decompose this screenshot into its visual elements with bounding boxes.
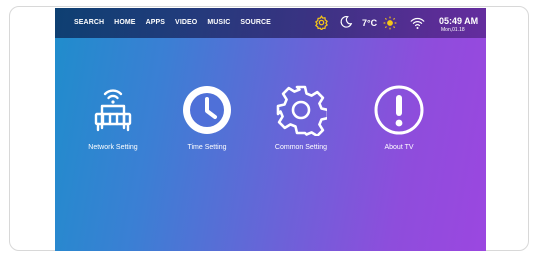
weather-sun-icon bbox=[383, 16, 397, 35]
tile-network-setting[interactable]: Network Setting bbox=[73, 84, 153, 151]
settings-gear-icon[interactable] bbox=[314, 15, 329, 35]
tv-screen: SEARCH HOME APPS VIDEO MUSIC SOURCE 7°C bbox=[55, 8, 486, 251]
weather-moon-icon bbox=[339, 15, 353, 34]
router-icon bbox=[73, 84, 153, 136]
clock-icon bbox=[167, 84, 247, 136]
gear-icon bbox=[261, 84, 341, 136]
menu-item-music[interactable]: MUSIC bbox=[207, 19, 230, 26]
menu-item-home[interactable]: HOME bbox=[114, 19, 135, 26]
wifi-icon bbox=[410, 16, 425, 35]
clock-date: Mon,01.18 bbox=[441, 27, 465, 33]
tile-label: About TV bbox=[384, 144, 414, 151]
temperature-text: 7°C bbox=[362, 18, 378, 28]
tile-about-tv[interactable]: About TV bbox=[359, 84, 439, 151]
info-exclamation-icon bbox=[359, 84, 439, 136]
clock-time: 05:49 AM bbox=[439, 16, 479, 26]
tile-common-setting[interactable]: Common Setting bbox=[261, 84, 341, 151]
menu-item-source[interactable]: SOURCE bbox=[240, 19, 271, 26]
tile-label: Network Setting bbox=[88, 144, 138, 151]
menu-item-search[interactable]: SEARCH bbox=[74, 19, 104, 26]
menu-item-video[interactable]: VIDEO bbox=[175, 19, 197, 26]
tile-time-setting[interactable]: Time Setting bbox=[167, 84, 247, 151]
menu-item-apps[interactable]: APPS bbox=[146, 19, 165, 26]
top-bar: SEARCH HOME APPS VIDEO MUSIC SOURCE 7°C bbox=[55, 8, 486, 38]
tile-label: Common Setting bbox=[274, 144, 328, 151]
top-menu: SEARCH HOME APPS VIDEO MUSIC SOURCE bbox=[74, 19, 281, 26]
tile-label: Time Setting bbox=[187, 144, 227, 151]
